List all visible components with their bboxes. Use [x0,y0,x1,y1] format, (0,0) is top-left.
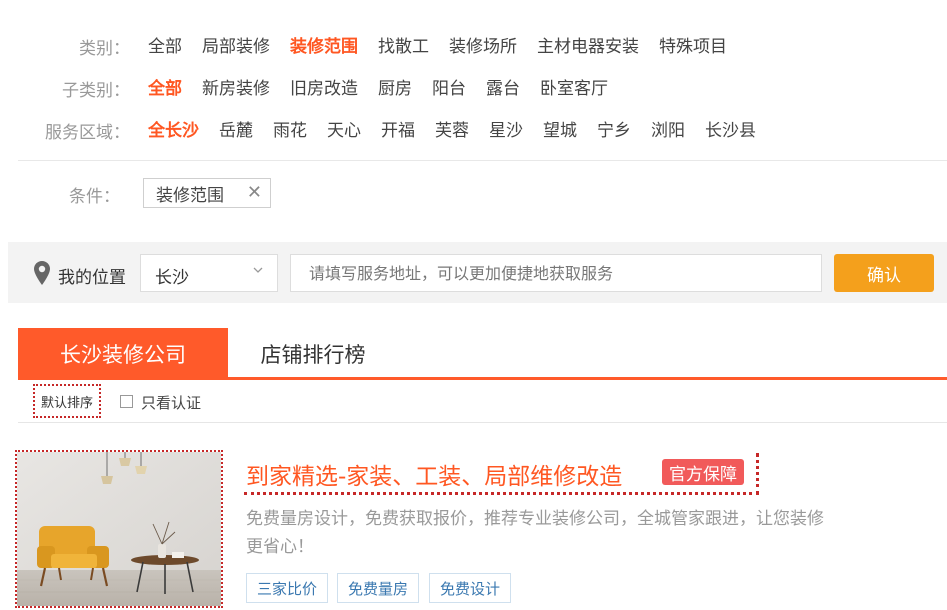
filter-category-option[interactable]: 装修范围 [290,32,358,57]
filter-region-option[interactable]: 芙蓉 [435,116,469,141]
listing-title-block: 到家精选-家装、工装、局部维修改造 官方保障 [244,453,759,495]
armchair-room-illustration [17,452,221,606]
filter-region-option[interactable]: 宁乡 [597,116,631,141]
sort-default-button[interactable]: 默认排序 [33,384,101,418]
city-select-value: 长沙 [155,268,189,288]
certified-only-checkbox[interactable] [120,395,133,408]
filter-divider [18,160,947,161]
feature-tag-compare: 三家比价 [246,573,329,603]
filter-subcategory-option[interactable]: 新房装修 [202,74,270,99]
condition-tag-label: 装修范围 [156,185,224,206]
location-bar: 我的位置 长沙 确认 [8,242,947,303]
listing-image[interactable] [15,450,223,608]
filter-category-option[interactable]: 局部装修 [202,32,270,57]
filter-category-option[interactable]: 装修场所 [449,32,517,57]
my-location-label: 我的位置 [58,268,126,288]
sort-bar: 默认排序 只看认证 [18,380,947,423]
filter-region-option[interactable]: 全长沙 [148,116,199,141]
filter-region-option[interactable]: 望城 [543,116,577,141]
filter-label-region: 服务区域： [45,123,130,143]
filter-region-option[interactable]: 长沙县 [705,116,756,141]
filter-options-category: 全部 局部装修 装修范围 找散工 装修场所 主材电器安装 特殊项目 [148,32,747,57]
city-select[interactable]: 长沙 [140,254,278,292]
filter-region-option[interactable]: 开福 [381,116,415,141]
filter-subcategory-option[interactable]: 卧室客厅 [540,74,608,99]
filter-category-option[interactable]: 找散工 [378,32,429,57]
filter-region-option[interactable]: 星沙 [489,116,523,141]
filter-label-subcategory: 子类别： [62,81,130,101]
filter-row-subcategory: 子类别： 全部 新房装修 旧房改造 厨房 阳台 露台 卧室客厅 [0,71,628,102]
filter-category-option[interactable]: 特殊项目 [659,32,727,57]
conditions-label: 条件： [69,187,120,207]
feature-tag-free-measure: 免费量房 [337,573,420,603]
remove-condition-icon[interactable]: ✕ [247,182,262,203]
location-pin-icon [34,261,50,285]
feature-tag-free-design: 免费设计 [429,573,512,603]
certified-only-label[interactable]: 只看认证 [141,392,201,413]
filter-region-option[interactable]: 雨花 [273,116,307,141]
filter-label-category: 类别： [79,39,130,59]
condition-tag: 装修范围 ✕ [143,178,271,208]
filter-subcategory-option[interactable]: 露台 [486,74,520,99]
filter-category-option[interactable]: 全部 [148,32,182,57]
chevron-down-icon [253,267,263,273]
filter-region-option[interactable]: 岳麓 [219,116,253,141]
official-guarantee-badge: 官方保障 [662,459,744,485]
filter-options-region: 全长沙 岳麓 雨花 天心 开福 芙蓉 星沙 望城 宁乡 浏阳 长沙县 [148,116,776,141]
filter-category-option[interactable]: 主材电器安装 [537,32,639,57]
filter-row-region: 服务区域： 全长沙 岳麓 雨花 天心 开福 芙蓉 星沙 望城 宁乡 浏阳 长沙县 [0,113,776,144]
filter-options-subcategory: 全部 新房装修 旧房改造 厨房 阳台 露台 卧室客厅 [148,74,628,99]
tab-changsha-companies[interactable]: 长沙装修公司 [18,328,228,379]
filter-subcategory-option[interactable]: 全部 [148,74,182,99]
filter-subcategory-option[interactable]: 阳台 [432,74,466,99]
confirm-button[interactable]: 确认 [834,254,934,292]
tab-store-ranking[interactable]: 店铺排行榜 [228,328,398,379]
filter-region-option[interactable]: 天心 [327,116,361,141]
listing-description: 免费量房设计，免费获取报价，推荐专业装修公司，全城管家跟进，让您装修更省心！ [246,509,824,557]
filter-row-category: 类别： 全部 局部装修 装修范围 找散工 装修场所 主材电器安装 特殊项目 [0,29,747,60]
filter-subcategory-option[interactable]: 厨房 [378,74,412,99]
filter-subcategory-option[interactable]: 旧房改造 [290,74,358,99]
filter-region-option[interactable]: 浏阳 [651,116,685,141]
listing-title[interactable]: 到家精选-家装、工装、局部维修改造 [246,457,622,491]
address-input[interactable] [290,254,822,292]
